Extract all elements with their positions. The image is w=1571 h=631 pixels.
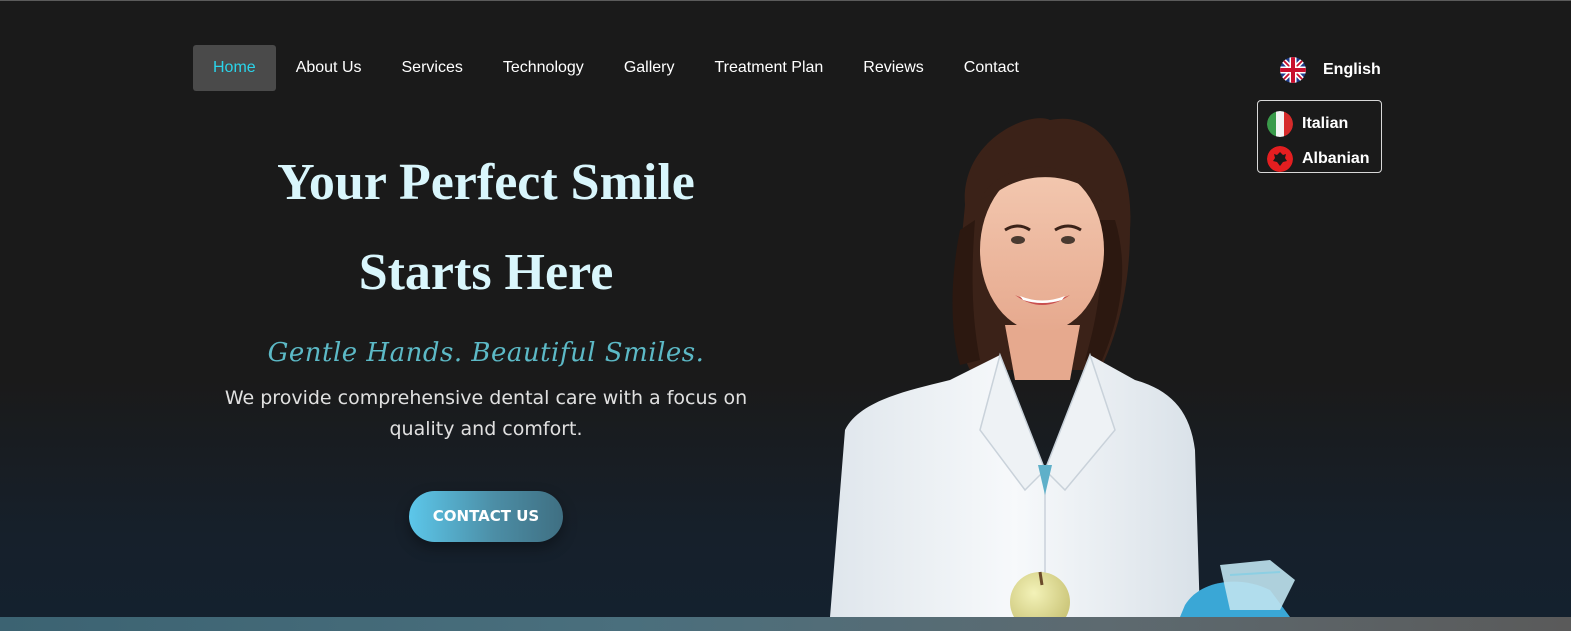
language-selector[interactable]: English — [1280, 57, 1381, 83]
hero-description: We provide comprehensive dental care wit… — [224, 387, 748, 440]
nav-item-gallery[interactable]: Gallery — [604, 45, 695, 91]
hero-tagline: Gentle Hands. Beautiful Smiles. — [267, 338, 705, 368]
bottom-accent-bar — [0, 617, 1571, 631]
hero-title: Your Perfect Smile Starts Here — [186, 138, 786, 318]
hero-title-line-1: Your Perfect Smile — [277, 154, 695, 211]
hero-title-line-2: Starts Here — [358, 244, 614, 301]
nav-item-treatment-plan[interactable]: Treatment Plan — [695, 45, 844, 91]
nav-item-reviews[interactable]: Reviews — [843, 45, 943, 91]
nav-item-home[interactable]: Home — [193, 45, 276, 91]
uk-flag-icon — [1280, 57, 1306, 83]
language-current-label: English — [1323, 61, 1381, 78]
top-border — [0, 0, 1571, 1]
contact-us-button[interactable]: CONTACT US — [409, 491, 563, 542]
nav-item-about-us[interactable]: About Us — [276, 45, 382, 91]
main-navigation: Home About Us Services Technology Galler… — [193, 45, 1039, 91]
nav-item-technology[interactable]: Technology — [483, 45, 604, 91]
nav-item-contact[interactable]: Contact — [944, 45, 1039, 91]
dentist-portrait-image — [830, 118, 1295, 617]
nav-item-services[interactable]: Services — [382, 45, 483, 91]
